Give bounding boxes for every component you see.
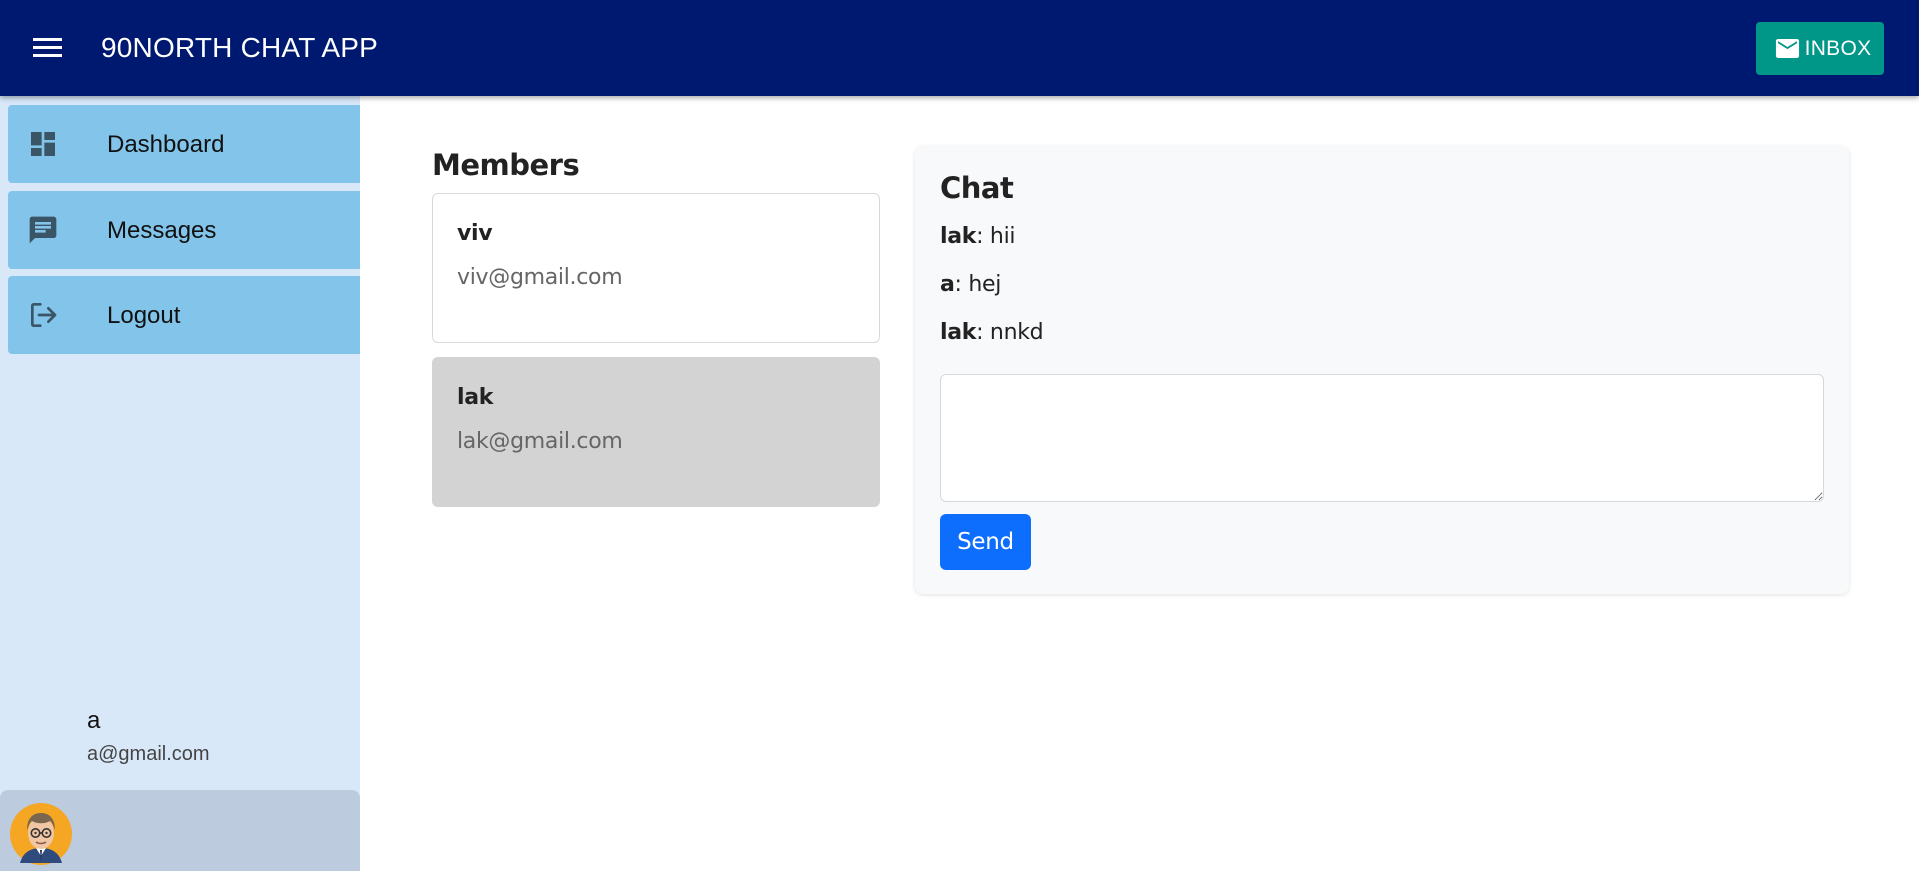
sidebar: Dashboard Messages Logout a a@gmail.com: [0, 96, 360, 871]
chat-title: Chat: [940, 171, 1014, 205]
sidebar-item-messages[interactable]: Messages: [8, 191, 360, 269]
chat-message: lak: nnkd: [940, 319, 1044, 347]
message-text: : hej: [954, 272, 1002, 297]
message-input[interactable]: [940, 374, 1824, 502]
logout-icon: [31, 303, 57, 327]
inbox-button[interactable]: INBOX: [1756, 22, 1884, 75]
user-email: a@gmail.com: [87, 743, 210, 765]
member-email: viv@gmail.com: [457, 265, 623, 290]
member-name: lak: [457, 385, 494, 410]
mail-icon: [1775, 39, 1800, 58]
chat-bubble-icon: [29, 216, 57, 244]
chat-panel: Chat lak: hii a: hej lak: nnkd Send: [915, 146, 1849, 594]
user-avatar: [10, 803, 72, 865]
sidebar-item-label: Messages: [107, 217, 217, 244]
message-sender: lak: [940, 224, 977, 249]
sidebar-item-logout[interactable]: Logout: [8, 276, 360, 354]
sidebar-item-label: Logout: [107, 302, 181, 329]
hamburger-menu-icon[interactable]: [28, 30, 68, 66]
user-panel: [0, 790, 360, 871]
sidebar-item-dashboard[interactable]: Dashboard: [8, 105, 360, 183]
message-text: : hii: [976, 224, 1016, 249]
message-sender: a: [940, 272, 955, 297]
member-card-viv[interactable]: viv viv@gmail.com: [432, 193, 880, 343]
member-card-lak[interactable]: lak lak@gmail.com: [432, 357, 880, 507]
send-button[interactable]: Send: [940, 514, 1031, 570]
sidebar-item-label: Dashboard: [107, 131, 225, 158]
members-title: Members: [432, 148, 580, 182]
inbox-label: INBOX: [1804, 37, 1872, 60]
message-text: : nnkd: [976, 320, 1044, 345]
user-name: a: [87, 707, 101, 734]
chat-message: a: hej: [940, 271, 1001, 299]
member-email: lak@gmail.com: [457, 429, 623, 454]
app-title: 90NORTH CHAT APP: [101, 32, 379, 63]
chat-message: lak: hii: [940, 223, 1016, 251]
message-sender: lak: [940, 320, 977, 345]
app-bar: 90NORTH CHAT APP INBOX: [0, 0, 1919, 96]
dashboard-icon: [31, 132, 55, 156]
member-name: viv: [457, 221, 493, 246]
